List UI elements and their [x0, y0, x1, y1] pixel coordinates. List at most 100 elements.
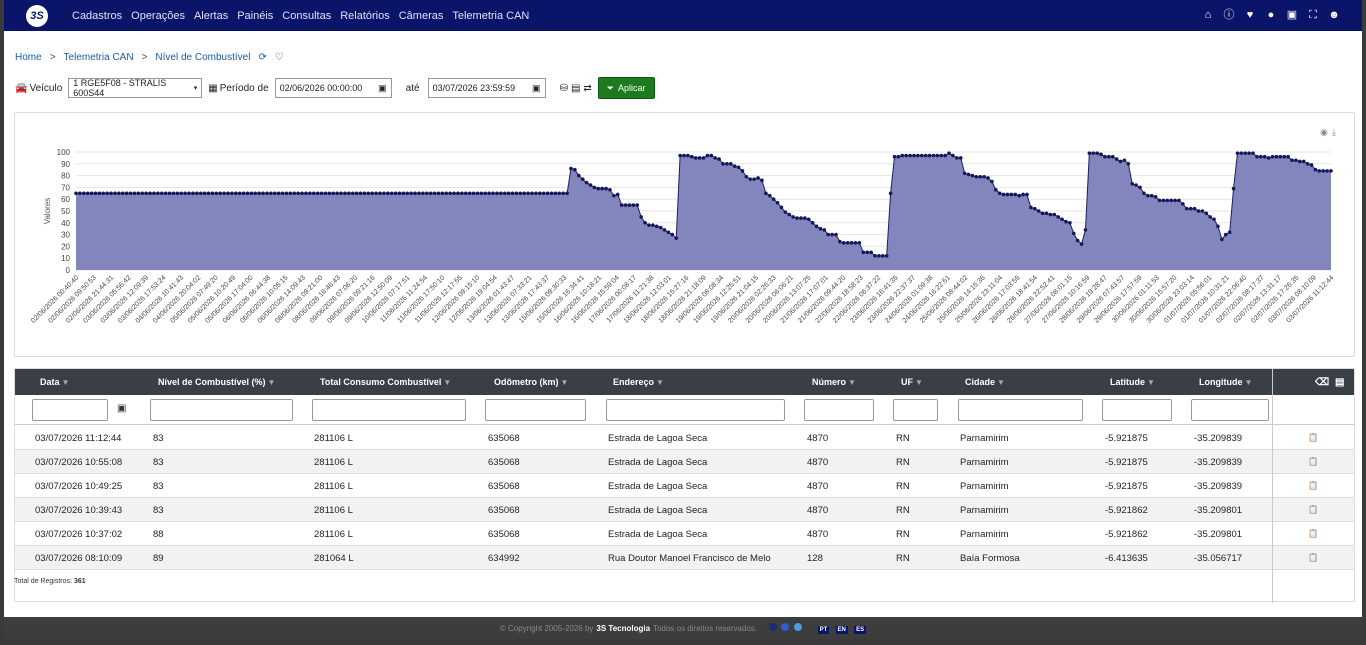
data-point[interactable] — [292, 191, 297, 196]
col-header-longitude[interactable]: Longitude ▼ — [1199, 377, 1252, 387]
data-point[interactable] — [631, 203, 636, 207]
refresh-icon[interactable]: ⟳ — [258, 52, 266, 63]
data-point[interactable] — [397, 191, 402, 196]
theme-dot-blue[interactable] — [781, 623, 790, 631]
data-point[interactable] — [775, 200, 780, 205]
data-point[interactable] — [888, 191, 893, 196]
data-point[interactable] — [795, 216, 799, 220]
data-point[interactable] — [179, 191, 184, 196]
data-point[interactable] — [1188, 206, 1193, 211]
data-point[interactable] — [806, 217, 811, 222]
data-point[interactable] — [978, 174, 983, 179]
date-to-input[interactable]: 03/07/2026 23:59:59 ▣ — [427, 78, 546, 98]
col-header-uf[interactable]: UF ▼ — [901, 377, 923, 387]
data-point[interactable] — [1013, 192, 1018, 197]
data-point[interactable] — [1239, 151, 1244, 155]
table-row[interactable]: 03/07/2026 10:39:43 83 281106 L 635068 Estra… — [15, 498, 1354, 522]
data-point[interactable] — [1325, 169, 1329, 173]
data-point[interactable] — [994, 187, 998, 192]
data-point[interactable] — [658, 225, 663, 230]
data-point[interactable] — [382, 191, 386, 196]
data-point[interactable] — [713, 156, 717, 160]
data-point[interactable] — [849, 241, 854, 245]
data-point[interactable] — [124, 191, 129, 196]
data-point[interactable] — [596, 186, 601, 191]
filter-input-consumo[interactable] — [312, 399, 466, 421]
download-icon[interactable]: ⤓ — [1332, 127, 1336, 137]
data-point[interactable] — [1309, 163, 1314, 167]
data-point[interactable] — [732, 164, 737, 168]
filter-input-data[interactable] — [32, 399, 108, 421]
data-point[interactable] — [565, 191, 569, 196]
data-point[interactable] — [916, 153, 920, 158]
data-point[interactable] — [697, 156, 702, 160]
data-point[interactable] — [413, 191, 417, 196]
data-point[interactable] — [1091, 151, 1096, 155]
data-point[interactable] — [187, 191, 191, 196]
data-point[interactable] — [132, 191, 137, 196]
nav-item-telemetria-can[interactable]: Telemetria CAN — [452, 10, 529, 22]
data-point[interactable] — [647, 223, 651, 227]
data-point[interactable] — [374, 191, 378, 196]
data-point[interactable] — [748, 177, 753, 181]
data-point[interactable] — [935, 153, 940, 158]
data-point[interactable] — [744, 174, 749, 179]
data-point[interactable] — [545, 191, 550, 196]
sync-icon[interactable]: ⇄ — [583, 83, 591, 94]
col-header-nivel[interactable]: Nível de Combustível (%) ▼ — [158, 377, 275, 387]
data-point[interactable] — [1032, 206, 1037, 211]
data-point[interactable] — [1298, 159, 1302, 164]
app-logo[interactable]: 3S — [26, 4, 48, 27]
data-point[interactable] — [1064, 219, 1068, 224]
theme-dot-light[interactable] — [793, 623, 802, 631]
data-point[interactable] — [826, 232, 831, 237]
home-icon[interactable]: ⌂ — [1202, 9, 1214, 21]
data-point[interactable] — [690, 154, 694, 159]
data-point[interactable] — [1301, 159, 1306, 164]
data-point[interactable] — [931, 153, 936, 158]
data-point[interactable] — [799, 216, 803, 220]
data-point[interactable] — [939, 153, 944, 158]
data-point[interactable] — [171, 191, 176, 196]
data-point[interactable] — [651, 223, 655, 227]
data-point[interactable] — [619, 203, 624, 207]
data-point[interactable] — [518, 191, 523, 196]
data-point[interactable] — [1204, 211, 1209, 216]
data-point[interactable] — [483, 191, 488, 196]
data-point[interactable] — [580, 177, 585, 181]
data-point[interactable] — [144, 191, 148, 196]
data-point[interactable] — [877, 254, 881, 258]
data-point[interactable] — [502, 191, 507, 196]
data-point[interactable] — [1029, 205, 1033, 210]
data-point[interactable] — [947, 151, 951, 155]
clipboard-icon[interactable]: 📋 — [1308, 433, 1318, 442]
data-point[interactable] — [1060, 217, 1064, 222]
data-point[interactable] — [1251, 151, 1255, 155]
data-point[interactable] — [1052, 212, 1057, 217]
col-header-consumo[interactable]: Total Consumo Combustível ▼ — [320, 377, 451, 387]
data-point[interactable] — [1235, 151, 1240, 155]
data-point[interactable] — [576, 173, 581, 178]
data-point[interactable] — [1138, 185, 1142, 190]
data-point[interactable] — [1071, 231, 1076, 236]
data-point[interactable] — [362, 191, 367, 196]
data-point[interactable] — [417, 191, 421, 196]
data-point[interactable] — [323, 191, 328, 196]
data-point[interactable] — [569, 166, 573, 171]
data-point[interactable] — [253, 191, 258, 196]
data-point[interactable] — [803, 216, 807, 220]
company-name[interactable]: 3S Tecnologia — [596, 624, 650, 633]
data-point[interactable] — [463, 191, 468, 196]
data-point[interactable] — [686, 153, 690, 158]
data-point[interactable] — [280, 191, 285, 196]
data-point[interactable] — [900, 153, 905, 158]
data-point[interactable] — [1266, 156, 1271, 160]
data-point[interactable] — [156, 191, 160, 196]
data-point[interactable] — [1083, 228, 1088, 232]
clipboard-icon[interactable]: 📋 — [1308, 553, 1318, 562]
nav-item-cameras[interactable]: Câmeras — [399, 10, 444, 22]
data-point[interactable] — [912, 153, 916, 158]
data-point[interactable] — [1056, 215, 1060, 219]
data-point[interactable] — [491, 191, 495, 196]
data-point[interactable] — [226, 191, 230, 196]
